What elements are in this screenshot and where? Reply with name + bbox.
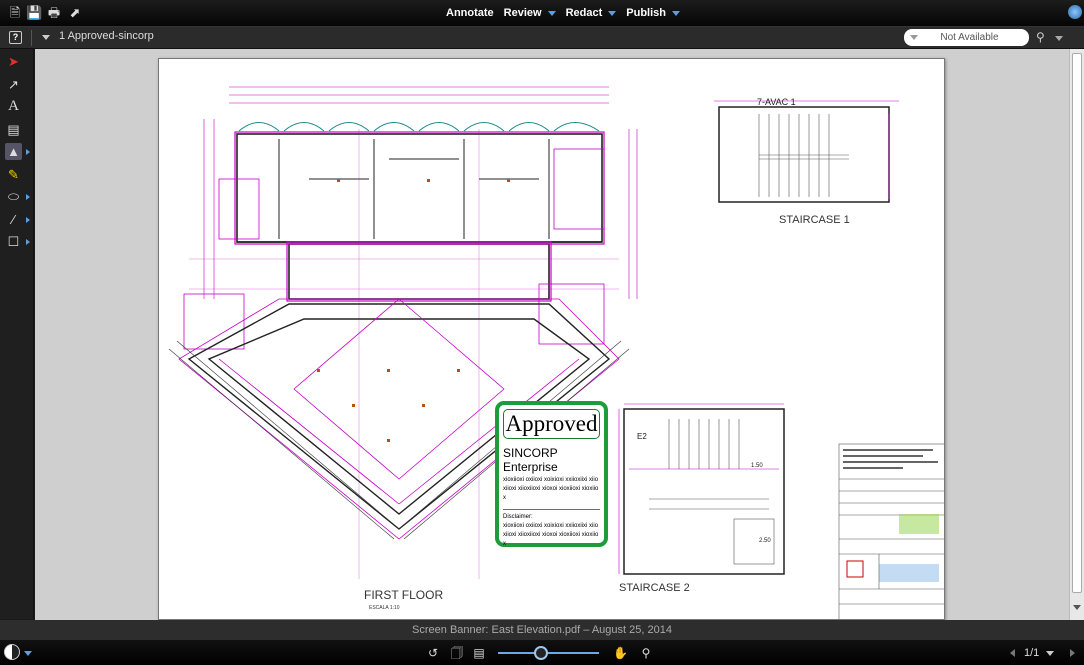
bottom-toolbar: ↺ 🗍 ▤ ✋ ⚲ 1/1 <box>0 640 1084 665</box>
menu-redact[interactable]: Redact <box>566 7 617 19</box>
arrow-tool-icon[interactable]: ↗ <box>5 76 22 93</box>
print-icon[interactable]: 🖶 <box>46 5 62 21</box>
menu-review-label: Review <box>503 7 542 19</box>
fit-width-icon[interactable]: ▤ <box>472 646 486 660</box>
search-icon[interactable]: ⚲ <box>1036 30 1054 45</box>
menu-publish-label: Publish <box>626 7 667 19</box>
scrollbar-thumb[interactable] <box>1072 53 1082 593</box>
menu-review[interactable]: Review <box>504 7 556 19</box>
page-count: 1/1 <box>1024 647 1040 659</box>
menu-publish[interactable]: Publish <box>626 7 681 19</box>
fit-page-icon[interactable]: 🗍 <box>450 646 464 660</box>
page-chevron-icon[interactable] <box>1046 651 1054 656</box>
stamp-title: Approved <box>503 409 600 439</box>
next-page-icon[interactable] <box>1070 649 1075 657</box>
select-tool-icon[interactable]: ➤ <box>5 53 22 70</box>
shape-tool-icon[interactable]: ⬭ <box>5 188 22 205</box>
stamp-disclaimer-label: Disclaimer: <box>503 514 533 520</box>
new-document-icon[interactable]: 🗎 <box>7 5 23 21</box>
dim-250: 2.50 <box>759 538 771 544</box>
status-dropdown-value: Not Available <box>940 32 999 43</box>
vertical-scrollbar[interactable] <box>1069 49 1084 620</box>
status-dropdown[interactable]: Not Available <box>904 29 1029 46</box>
menu-redact-label: Redact <box>565 7 603 19</box>
screen-banner: Screen Banner: East Elevation.pdf – Augu… <box>0 620 1084 640</box>
document-canvas[interactable]: FIRST FLOOR ESCALA 1:10 7-AVAC 1 STAIRCA… <box>35 49 1069 620</box>
zoom-tool-icon[interactable]: ⚲ <box>639 646 653 660</box>
zoom-slider-track[interactable] <box>498 652 599 654</box>
view-mode-icon[interactable] <box>4 644 20 660</box>
staircase1-label: STAIRCASE 1 <box>779 214 850 226</box>
rotate-icon[interactable]: ↺ <box>426 646 440 660</box>
chevron-down-icon <box>547 10 556 16</box>
highlight-tool-icon[interactable]: ✎ <box>5 166 22 183</box>
staircase2-label: STAIRCASE 2 <box>619 582 690 594</box>
chevron-down-icon <box>608 10 617 16</box>
menu-annotate[interactable]: Annotate <box>446 7 494 19</box>
rectangle-tool-icon[interactable]: ☐ <box>5 233 22 250</box>
stamp-body: xioxiioxi oxiioxi xoixioxi xxiioxiixi xi… <box>503 477 599 501</box>
document-tab-bar: ? 1 Approved-sincorp Not Available ⚲ <box>0 27 1084 49</box>
first-floor-label: FIRST FLOOR <box>364 588 443 602</box>
divider <box>31 30 32 46</box>
view-mode-chevron-icon[interactable] <box>24 651 32 656</box>
text-tool-icon[interactable]: A <box>5 98 22 115</box>
tab-list-chevron-icon[interactable] <box>42 35 50 40</box>
stamp-tool-icon[interactable]: ▲ <box>5 143 22 160</box>
pdf-page[interactable]: FIRST FLOOR ESCALA 1:10 7-AVAC 1 STAIRCA… <box>158 58 945 620</box>
help-icon[interactable]: ? <box>9 31 22 44</box>
line-tool-icon[interactable]: ∕ <box>5 211 22 228</box>
menu-annotate-label: Annotate <box>446 7 494 19</box>
previous-page-icon[interactable] <box>1010 649 1015 657</box>
pan-hand-icon[interactable]: ✋ <box>613 646 628 660</box>
stamp-divider <box>503 509 600 510</box>
approved-stamp[interactable]: Approved SINCORP Enterprise xioxiioxi ox… <box>495 401 608 547</box>
rectangle-tool-chevron-icon[interactable] <box>26 239 30 245</box>
dim-150: 1.50 <box>751 463 763 469</box>
chevron-down-icon <box>672 10 681 16</box>
first-floor-scale: ESCALA 1:10 <box>369 605 400 611</box>
shape-tool-chevron-icon[interactable] <box>26 194 30 200</box>
chevron-down-icon <box>910 35 918 40</box>
stamp-company: SINCORP Enterprise <box>503 446 558 474</box>
stamp-tool-chevron-icon[interactable] <box>26 149 30 155</box>
save-icon[interactable]: 💾 <box>26 5 42 21</box>
stamp-disclaimer-body: xioxiioxi oxiioxi xoixioxi xxiioxiixi xi… <box>503 523 599 547</box>
top-menu-bar: 🗎 💾 🖶 ⬈ Annotate Review Redact Publish <box>0 0 1084 27</box>
dim-e2: E2 <box>637 432 647 441</box>
line-tool-chevron-icon[interactable] <box>26 217 30 223</box>
app-status-icon[interactable] <box>1068 5 1082 19</box>
document-tab[interactable]: 1 Approved-sincorp <box>59 30 154 42</box>
scroll-down-icon[interactable] <box>1073 605 1081 610</box>
zoom-slider-knob[interactable] <box>534 646 549 660</box>
main-menu: Annotate Review Redact Publish <box>446 7 690 19</box>
pointer-icon[interactable]: ⬈ <box>67 5 83 21</box>
image-tool-icon[interactable]: ▤ <box>5 121 22 138</box>
search-options-chevron-icon[interactable] <box>1055 36 1063 41</box>
annotation-toolbar: ➤ ↗ A ▤ ▲ ✎ ⬭ ∕ ☐ <box>0 49 34 619</box>
room-top-label: 7-AVAC 1 <box>757 97 796 107</box>
